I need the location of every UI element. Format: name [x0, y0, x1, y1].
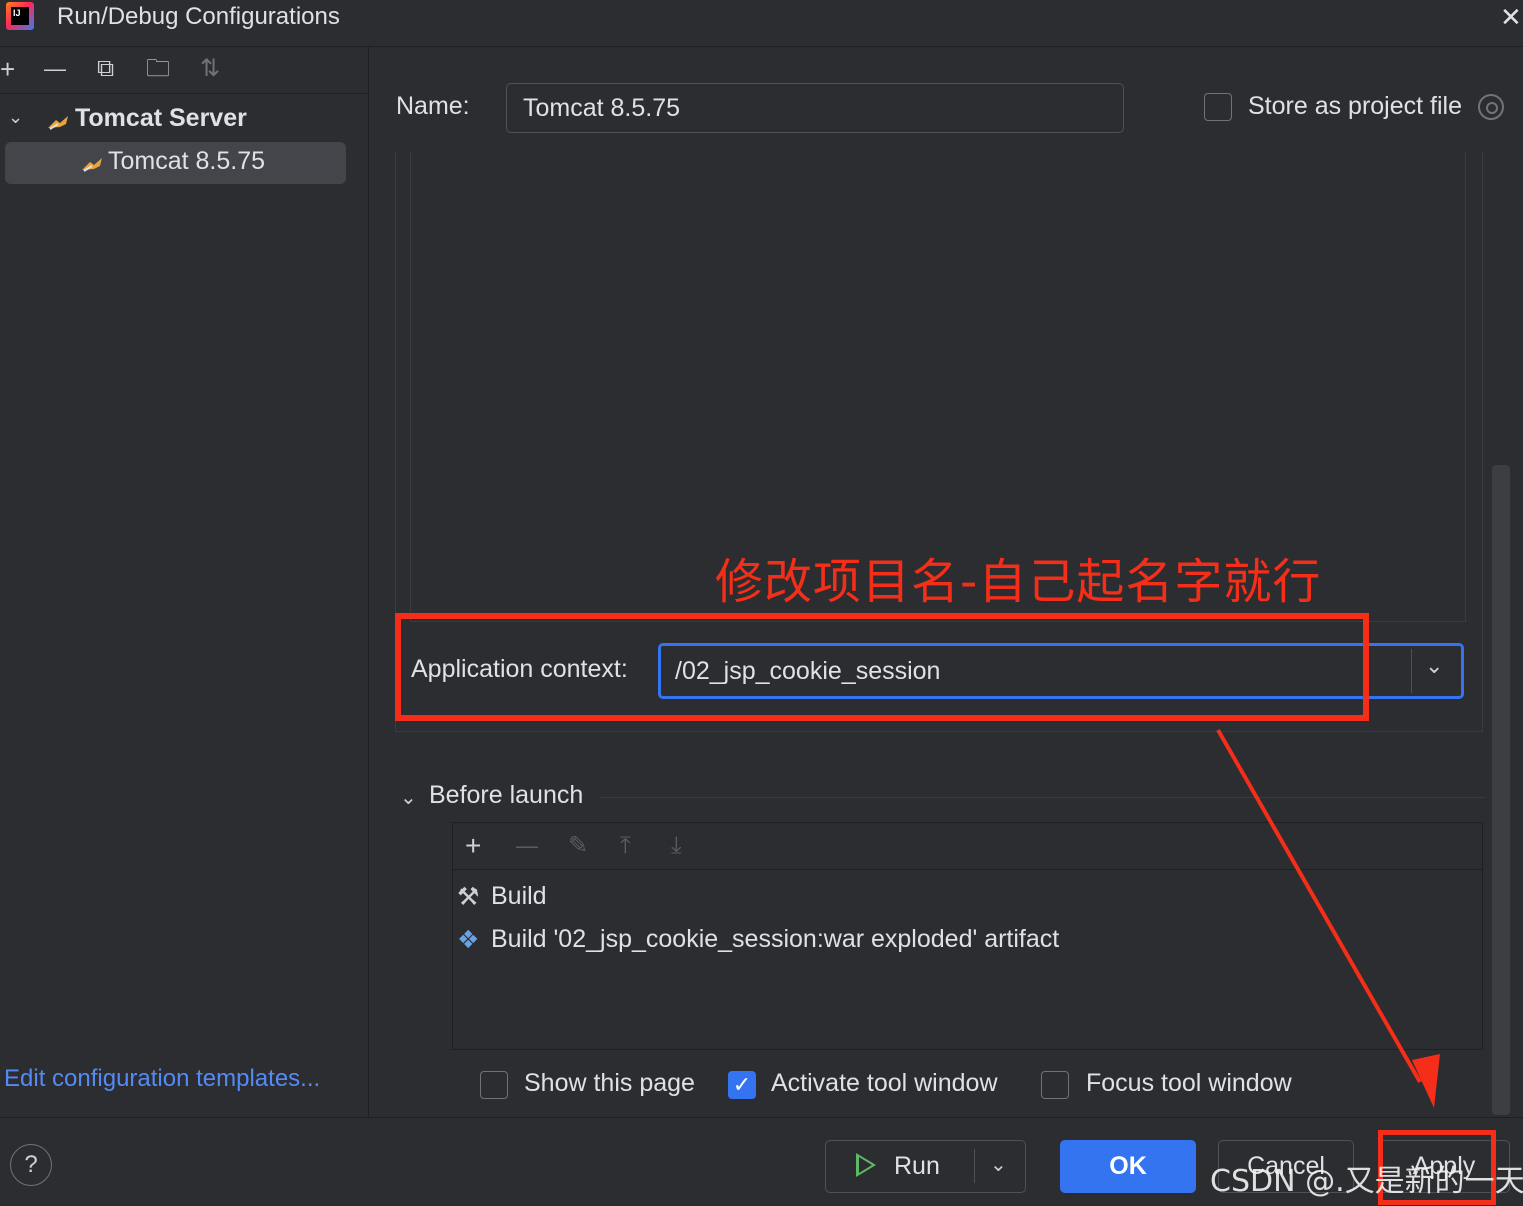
annotation-text: 修改项目名-自己起名字就行 — [715, 554, 1322, 610]
intellij-logo-icon: IJ — [6, 2, 34, 30]
show-this-page-label: Show this page — [524, 1069, 695, 1097]
chevron-down-icon[interactable]: ⌄ — [400, 785, 417, 810]
store-as-project-file-checkbox[interactable] — [1204, 93, 1232, 121]
name-label: Name: — [396, 92, 470, 120]
run-label: Run — [894, 1152, 940, 1180]
copy-icon[interactable]: ⧉ — [97, 52, 114, 86]
task-item-label[interactable]: Build '02_jsp_cookie_session:war explode… — [491, 925, 1059, 954]
focus-tool-window-checkbox[interactable] — [1041, 1071, 1069, 1099]
tomcat-icon — [82, 158, 102, 172]
tomcat-icon — [48, 116, 68, 130]
sort-icon[interactable]: ⇅ — [200, 52, 220, 86]
build-hammer-icon: ⚒ — [457, 883, 480, 911]
move-up-icon[interactable]: ⤒ — [620, 829, 631, 863]
name-input[interactable] — [506, 83, 1124, 133]
chevron-down-icon[interactable]: ⌄ — [8, 107, 23, 128]
divider — [452, 869, 1483, 870]
divider — [600, 797, 1485, 798]
artifact-icon: ❖ — [457, 926, 480, 954]
run-button[interactable]: Run ⌄ — [825, 1140, 1026, 1193]
scrollbar-thumb[interactable] — [1492, 465, 1510, 1115]
ok-button[interactable]: OK — [1060, 1140, 1196, 1193]
remove-task-icon[interactable]: — — [516, 829, 538, 863]
focus-tool-window-label: Focus tool window — [1086, 1069, 1292, 1097]
chevron-down-icon[interactable]: ⌄ — [1425, 653, 1443, 679]
minus-icon[interactable]: — — [44, 52, 66, 86]
activate-tool-window-checkbox[interactable]: ✓ — [728, 1071, 756, 1099]
add-task-icon[interactable]: + — [465, 829, 481, 863]
task-item-label[interactable]: Build — [491, 882, 547, 911]
tree-item-label: Tomcat 8.5.75 — [108, 147, 266, 175]
chevron-down-icon[interactable]: ⌄ — [990, 1152, 1007, 1177]
activate-tool-window-label: Activate tool window — [771, 1069, 998, 1097]
close-icon[interactable]: ✕ — [1500, 2, 1522, 33]
edit-task-icon[interactable]: ✎ — [568, 829, 588, 863]
play-icon — [856, 1153, 876, 1177]
divider — [1411, 649, 1412, 693]
show-this-page-checkbox[interactable] — [480, 1071, 508, 1099]
new-folder-icon[interactable]: 🗀 — [146, 52, 170, 86]
divider — [0, 93, 368, 94]
plus-icon[interactable]: + — [0, 52, 15, 86]
edit-templates-link[interactable]: Edit configuration templates... — [4, 1065, 320, 1093]
move-down-icon[interactable]: ⤓ — [671, 829, 682, 863]
store-as-project-file-label: Store as project file — [1248, 92, 1462, 120]
gear-icon[interactable] — [1478, 94, 1504, 120]
window-title: Run/Debug Configurations — [57, 3, 340, 30]
tree-group-tomcat-server[interactable]: Tomcat Server — [75, 104, 247, 133]
annotation-highlight-box — [395, 613, 1369, 721]
help-button[interactable]: ? — [10, 1144, 52, 1186]
configurations-sidebar — [0, 47, 369, 1117]
before-launch-header[interactable]: Before launch — [429, 781, 583, 810]
divider — [974, 1149, 975, 1183]
watermark: CSDN @.又是新的一天. — [1210, 1164, 1523, 1199]
